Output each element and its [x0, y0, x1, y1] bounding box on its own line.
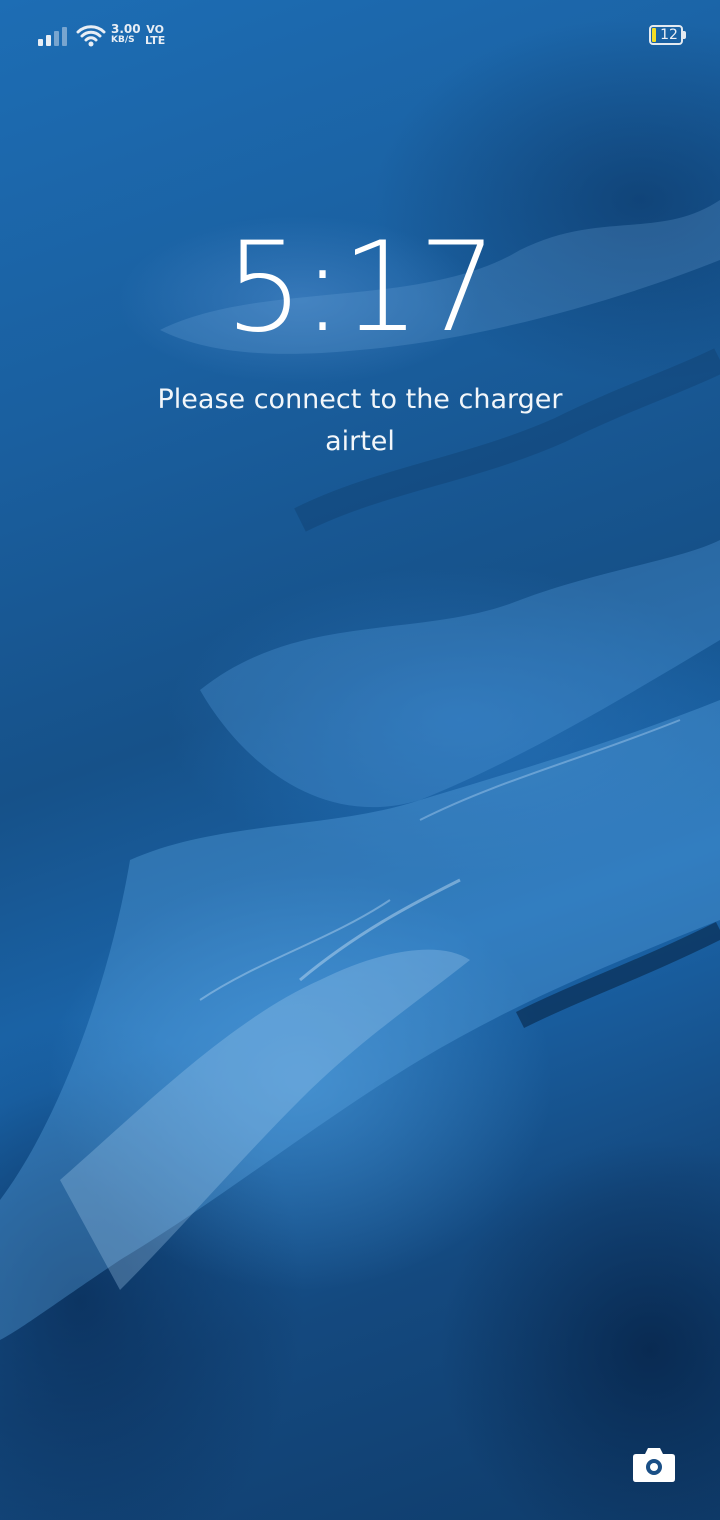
- network-speed-indicator: 3.00 KB/S: [111, 22, 141, 46]
- battery-level-text: 12: [660, 27, 678, 43]
- status-bar: 3.00 KB/S VO LTE 12: [0, 0, 720, 72]
- network-speed-value: 3.00: [111, 22, 141, 36]
- volte-bottom-label: LTE: [145, 34, 166, 47]
- network-speed-unit: KB/S: [111, 35, 135, 45]
- charge-reminder-text: Please connect to the charger: [157, 384, 563, 415]
- battery-fill: [652, 28, 656, 42]
- wifi-icon: [76, 25, 106, 47]
- battery-tip: [683, 31, 686, 39]
- lockscreen-clock: 5:17: [224, 216, 497, 360]
- carrier-name: airtel: [325, 426, 395, 457]
- camera-shortcut-button[interactable]: [632, 1444, 676, 1484]
- battery-icon: 12: [649, 25, 689, 47]
- camera-icon: [633, 1448, 675, 1482]
- volte-indicator: VO LTE: [145, 24, 165, 46]
- signal-bars-icon: [38, 27, 67, 46]
